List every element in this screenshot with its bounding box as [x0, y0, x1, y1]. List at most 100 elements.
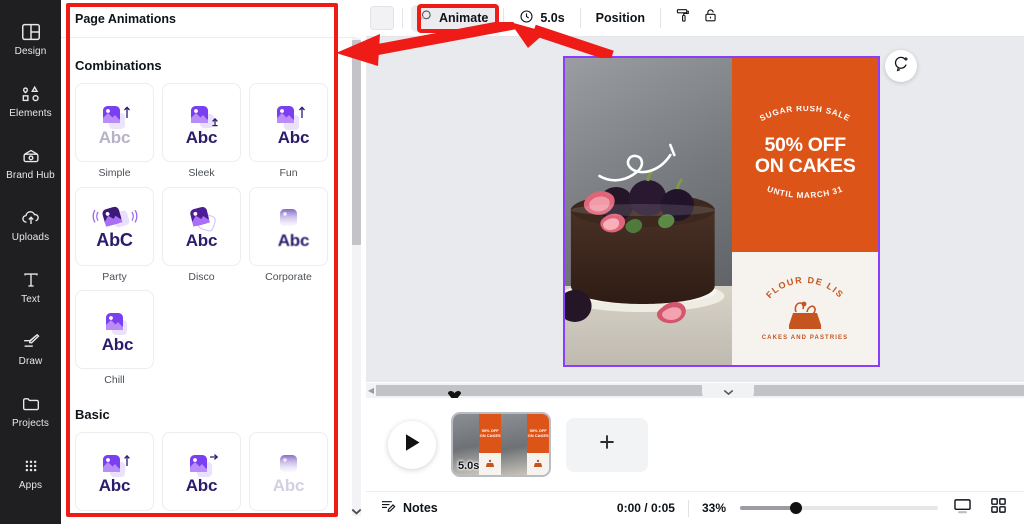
animation-option-chill[interactable]: Abc Chill	[75, 290, 154, 387]
animation-preview-fun[interactable]: Abc	[249, 83, 328, 162]
animation-option-disco[interactable]: Abc Disco	[162, 186, 241, 284]
transparency-button[interactable]	[669, 5, 697, 32]
panel-scrollbar-thumb[interactable]	[352, 40, 361, 245]
thumb-text-1: 50% OFF ON CAKES	[479, 428, 501, 438]
thumb-logo-icon-1	[486, 459, 495, 468]
logo-block[interactable]: FLOUR DE LIS CAKES AND PASTRIES	[732, 252, 878, 365]
sidebar-item-uploads[interactable]: Uploads	[0, 194, 61, 256]
page-animations-panel: Page Animations Combinations Abc Simple …	[61, 0, 357, 524]
sidebar-label-projects: Projects	[12, 418, 49, 429]
grid-view-button[interactable]	[986, 498, 1010, 518]
panel-collapse-chevron-icon[interactable]	[349, 505, 363, 517]
add-comment-button[interactable]	[885, 50, 917, 82]
design-page[interactable]: SUGAR RUSH SALE 50% OFF ON CAKES UNTIL M…	[563, 56, 880, 367]
animation-preview-chill[interactable]: Abc	[75, 290, 154, 370]
animation-preview-party[interactable]: AbC	[75, 186, 154, 266]
thumb-orange-2: 50% OFF ON CAKES	[527, 414, 549, 454]
animation-option-basic-rise[interactable]: Abc	[75, 431, 154, 511]
sidebar-item-apps[interactable]: Apps	[0, 442, 61, 504]
promo-orange-block[interactable]: SUGAR RUSH SALE 50% OFF ON CAKES UNTIL M…	[732, 58, 878, 253]
animation-preview-disco[interactable]: Abc	[162, 186, 241, 266]
animation-thumb-sleek: Abc	[174, 98, 230, 148]
projects-icon	[20, 393, 42, 415]
animation-option-corporate[interactable]: Abc Corporate	[249, 186, 328, 284]
canvas-area[interactable]: SUGAR RUSH SALE 50% OFF ON CAKES UNTIL M…	[366, 37, 1024, 382]
animation-preview-basic-fade[interactable]: Abc	[249, 431, 328, 511]
scroll-left-arrow-icon[interactable]: ◀	[366, 386, 376, 395]
animate-icon	[418, 9, 433, 27]
duration-button[interactable]: 5.0s	[512, 5, 571, 32]
animation-preview-simple[interactable]: Abc	[75, 83, 154, 162]
color-swatch-button[interactable]	[370, 6, 394, 30]
position-label: Position	[595, 11, 645, 25]
lock-button[interactable]	[697, 5, 725, 32]
page-duration-badge[interactable]: 5.0s	[458, 460, 479, 472]
presenter-view-icon	[953, 498, 972, 519]
toolbar-divider-3	[579, 8, 581, 28]
thumb-text-line2: ON CAKES	[479, 432, 501, 438]
brand-hub-icon	[20, 145, 42, 167]
promo-headline-line1: 50% OFF	[764, 134, 847, 157]
animation-label-party: Party	[102, 270, 127, 283]
animate-label: Animate	[439, 11, 489, 25]
sidebar-item-projects[interactable]: Projects	[0, 380, 61, 442]
animation-thumb-disco: Abc	[174, 201, 230, 251]
sidebar-label-uploads: Uploads	[11, 232, 50, 243]
sidebar-item-brand-hub[interactable]: Brand Hub	[0, 132, 61, 194]
animate-button[interactable]: Animate	[411, 4, 496, 32]
sidebar-item-text[interactable]: Text	[0, 256, 61, 318]
add-page-button[interactable]	[566, 417, 648, 472]
cake-photo[interactable]	[565, 58, 733, 365]
zoom-slider[interactable]	[740, 502, 938, 514]
sidebar-item-design[interactable]: Design	[0, 8, 61, 70]
notes-button[interactable]: Notes	[380, 498, 438, 519]
svg-text:UNTIL MARCH 31: UNTIL MARCH 31	[766, 184, 844, 200]
text-icon	[20, 269, 42, 291]
panel-header: Page Animations	[61, 0, 357, 38]
animation-preview-corporate[interactable]: Abc	[249, 186, 328, 266]
position-button[interactable]: Position	[589, 5, 652, 32]
animation-preview-basic-rise[interactable]: Abc	[75, 431, 154, 511]
zoom-slider-knob[interactable]	[790, 502, 802, 514]
animation-option-basic-fade[interactable]: Abc	[249, 431, 328, 511]
left-rail: Design Elements Brand Hub Uploads Text D…	[0, 0, 61, 524]
animation-thumb-party: AbC	[87, 201, 143, 251]
canvas-horizontal-scrollbar[interactable]: ◀	[366, 383, 1024, 398]
animation-option-sleek[interactable]: Abc Sleek	[162, 83, 241, 180]
animation-thumb-fun: Abc	[261, 98, 317, 148]
logo-tagline-text: CAKES AND PASTRIES	[762, 335, 848, 341]
flour-de-lis-logo: FLOUR DE LIS CAKES AND PASTRIES	[762, 274, 848, 341]
thumb-promo-2: 50% OFF ON CAKES	[527, 414, 549, 475]
notes-label: Notes	[403, 501, 438, 515]
sidebar-item-draw[interactable]: Draw	[0, 318, 61, 380]
animation-option-basic-pan[interactable]: Abc	[162, 431, 241, 511]
animation-grid-combinations: Abc Simple Abc Sleek Abc Fun AbC Party A…	[75, 83, 343, 387]
animation-thumb-text-basic-pan: Abc	[185, 476, 218, 496]
presenter-view-button[interactable]	[950, 498, 974, 518]
cake-photo-graphic	[565, 58, 733, 365]
animation-thumb-basic-rise: Abc	[87, 446, 143, 496]
animation-grid-basic: Abc Abc Abc	[75, 431, 343, 511]
notes-icon	[380, 498, 396, 519]
animation-thumb-text-simple: Abc	[98, 127, 131, 147]
promo-block[interactable]: SUGAR RUSH SALE 50% OFF ON CAKES UNTIL M…	[732, 58, 878, 365]
zoom-slider-fill	[740, 506, 796, 510]
animation-preview-basic-pan[interactable]: Abc	[162, 431, 241, 511]
thumb-logo-2	[527, 453, 549, 475]
play-icon	[404, 433, 421, 457]
headline-arc-bottom-text: UNTIL MARCH 31	[766, 184, 844, 200]
animation-option-party[interactable]: AbC Party	[75, 186, 154, 284]
play-button[interactable]	[388, 420, 436, 469]
page-strip: 50% OFF ON CAKES 50% OFF ON CAKES 5.0s	[366, 398, 1024, 491]
animation-preview-sleek[interactable]: Abc	[162, 83, 241, 162]
page-thumbnail[interactable]: 50% OFF ON CAKES 50% OFF ON CAKES 5.0s	[453, 414, 549, 475]
top-toolbar: Animate 5.0s Position	[366, 0, 1024, 37]
headline-arc-top-text: SUGAR RUSH SALE	[759, 106, 852, 123]
sidebar-item-elements[interactable]: Elements	[0, 70, 61, 132]
animation-option-fun[interactable]: Abc Fun	[249, 83, 328, 180]
animation-thumb-text-basic-rise: Abc	[98, 476, 131, 496]
canvas-scroll-thumb[interactable]	[376, 385, 1024, 396]
animation-option-simple[interactable]: Abc Simple	[75, 83, 154, 180]
zoom-level-label[interactable]: 33%	[702, 501, 726, 515]
sidebar-label-text: Text	[21, 294, 40, 305]
